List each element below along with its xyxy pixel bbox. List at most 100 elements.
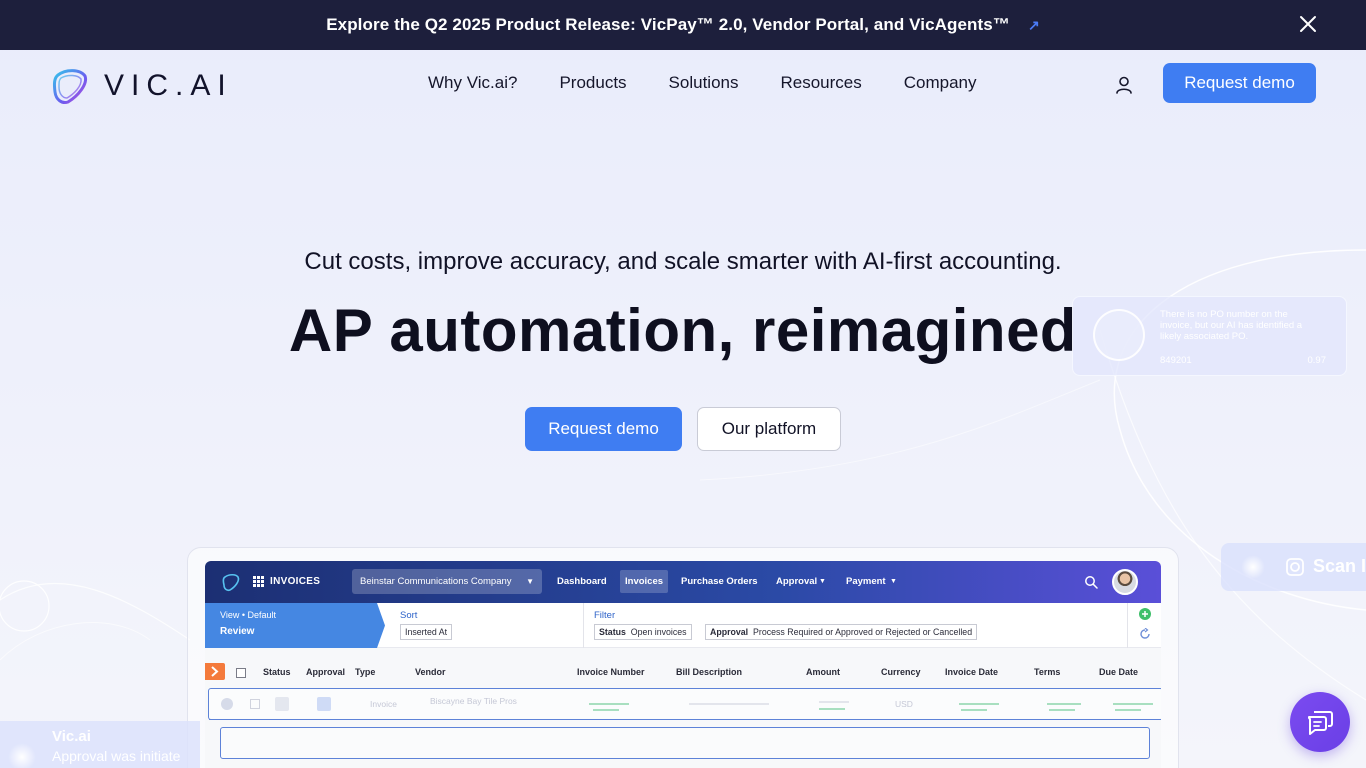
notification-toast: Vic.ai Approval was initiate <box>0 721 200 768</box>
filter-label: Filter <box>594 610 616 621</box>
scan-card-label: Scan I <box>1313 556 1366 576</box>
column-header-type: Type <box>355 667 376 677</box>
placeholder-bar <box>689 703 769 705</box>
grid-icon <box>253 576 264 587</box>
avatar <box>1112 569 1138 595</box>
vic-ai-logo-icon <box>52 69 88 104</box>
mockup-nav-approval: Approval <box>776 576 818 587</box>
placeholder-bar <box>819 701 849 703</box>
placeholder-bar <box>589 703 629 705</box>
column-header-vendor: Vendor <box>415 667 446 677</box>
chevron-down-icon: ▼ <box>526 577 534 586</box>
placeholder-bar <box>961 709 987 711</box>
mockup-section-title: INVOICES <box>270 576 321 587</box>
header-request-demo-button[interactable]: Request demo <box>1163 63 1316 103</box>
placeholder-bar <box>1047 703 1081 705</box>
sort-label: Sort <box>400 610 418 621</box>
toast-title: Vic.ai <box>52 728 91 745</box>
column-header-invoice-number: Invoice Number <box>577 667 645 677</box>
placeholder-bar <box>1113 703 1153 705</box>
ai-card-message: There is no PO number on the invoice, bu… <box>1160 309 1303 342</box>
refresh-icon <box>1140 628 1150 639</box>
column-header-bill-description: Bill Description <box>676 667 743 677</box>
hero-buttons: Request demo Our platform <box>525 407 841 451</box>
site-header: VIC.AI Why Vic.ai? Products Solutions Re… <box>0 50 1366 122</box>
scan-card: Scan I <box>1221 543 1366 591</box>
view-name: Review <box>220 626 255 637</box>
approval-icon <box>275 697 289 711</box>
mockup-top-bar: INVOICES Beinstar Communications Company… <box>205 561 1161 603</box>
chat-icon <box>1307 711 1333 735</box>
chat-button[interactable] <box>1290 692 1350 752</box>
product-screenshot: INVOICES Beinstar Communications Company… <box>205 561 1161 768</box>
close-icon[interactable] <box>1298 14 1318 34</box>
main-nav: Why Vic.ai? Products Solutions Resources… <box>428 73 977 93</box>
mockup-filter-bar: View • Default Review Sort Inserted At F… <box>205 603 1161 648</box>
column-header-terms: Terms <box>1034 667 1061 677</box>
view-selector: View • Default Review <box>205 603 385 648</box>
row-vendor: Biscayne Bay Tile Pros <box>430 696 517 706</box>
row-highlight-line <box>209 719 839 720</box>
hero-subtitle: Cut costs, improve accuracy, and scale s… <box>304 248 1062 275</box>
mockup-logo-icon <box>222 573 240 592</box>
ai-card-po-number: 849201 <box>1160 355 1192 366</box>
view-label: View • Default <box>220 610 277 620</box>
placeholder-bar <box>1115 709 1141 711</box>
our-platform-button[interactable]: Our platform <box>697 407 841 451</box>
placeholder-bar <box>959 703 999 705</box>
user-icon[interactable] <box>1114 75 1134 95</box>
nav-why-vic-ai[interactable]: Why Vic.ai? <box>428 73 517 93</box>
chevron-down-icon: ▼ <box>819 578 826 585</box>
expand-chevron-icon <box>205 663 225 680</box>
select-all-checkbox <box>236 668 246 678</box>
row-type: Invoice <box>370 699 397 709</box>
document-icon <box>317 697 331 711</box>
approval-filter-chip: Approval Process Required or Approved or… <box>705 624 978 640</box>
glow-dot-icon <box>1241 555 1265 579</box>
ai-indicator-icon <box>1093 309 1145 361</box>
column-header-invoice-date: Invoice Date <box>945 667 999 677</box>
camera-icon <box>1286 558 1304 576</box>
placeholder-bar <box>1049 709 1075 711</box>
column-header-approval: Approval <box>306 667 346 677</box>
invoice-table: Status Approval Type Vendor Invoice Numb… <box>205 648 1161 768</box>
divider <box>1127 603 1128 648</box>
company-select-value: Beinstar Communications Company <box>360 576 512 587</box>
mockup-nav-payment: Payment <box>846 576 886 587</box>
status-filter-value: Open invoices <box>630 627 687 637</box>
nav-solutions[interactable]: Solutions <box>669 73 739 93</box>
chevron-down-icon: ▼ <box>890 578 897 585</box>
search-icon <box>1085 576 1098 589</box>
column-header-currency: Currency <box>881 667 921 677</box>
table-row <box>220 727 1150 759</box>
nav-company[interactable]: Company <box>904 73 977 93</box>
status-dot-icon <box>221 698 233 710</box>
announcement-bar: Explore the Q2 2025 Product Release: Vic… <box>0 0 1366 50</box>
approval-filter-key: Approval <box>710 627 749 637</box>
nav-resources[interactable]: Resources <box>780 73 861 93</box>
company-select: Beinstar Communications Company ▼ <box>352 569 542 594</box>
mockup-nav-dashboard: Dashboard <box>557 576 607 587</box>
column-header-amount: Amount <box>806 667 840 677</box>
hero-request-demo-button[interactable]: Request demo <box>525 407 682 451</box>
nav-products[interactable]: Products <box>559 73 626 93</box>
ai-card-confidence: 0.97 <box>1307 355 1327 366</box>
glow-dot-icon <box>8 743 36 768</box>
ai-suggestion-card: There is no PO number on the invoice, bu… <box>1072 296 1347 376</box>
logo[interactable]: VIC.AI <box>50 66 233 106</box>
mockup-nav-purchase-orders: Purchase Orders <box>681 576 758 587</box>
arrow-up-right-icon[interactable]: ↗ <box>1028 17 1040 34</box>
row-currency: USD <box>895 699 913 709</box>
divider <box>583 603 584 648</box>
status-filter-key: Status <box>599 627 626 637</box>
placeholder-bar <box>593 709 619 711</box>
row-checkbox <box>250 699 260 709</box>
mockup-nav-invoices: Invoices <box>620 570 669 593</box>
status-filter-chip: Status Open invoices <box>594 624 692 640</box>
toast-text: Approval was initiate <box>52 748 181 764</box>
plus-icon <box>1139 608 1151 620</box>
approval-filter-value: Process Required or Approved or Rejected… <box>753 627 973 637</box>
announcement-link[interactable]: Explore the Q2 2025 Product Release: Vic… <box>326 15 1010 35</box>
sort-chip: Inserted At <box>400 624 453 640</box>
column-header-due-date: Due Date <box>1099 667 1139 677</box>
